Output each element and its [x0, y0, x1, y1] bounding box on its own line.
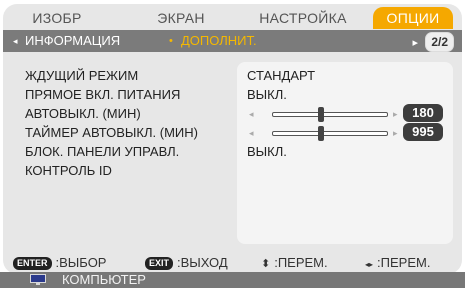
auto-power-off-label[interactable]: АВТОВЫКЛ. (МИН): [25, 106, 141, 122]
up-down-arrows-icon: ⬍: [261, 258, 271, 270]
input-source: КОМПЬЮТЕР: [62, 272, 146, 287]
direct-power-on-label[interactable]: ПРЯМОЕ ВКЛ. ПИТАНИЯ: [25, 87, 180, 103]
slider-knob[interactable]: [318, 107, 324, 122]
auto-power-off-value: 180: [403, 104, 443, 122]
right-arrow-icon: ▸: [412, 37, 418, 49]
tab-image[interactable]: ИЗОБР: [21, 7, 93, 29]
tab-options[interactable]: ОПЦИИ: [373, 7, 453, 29]
key-hints: ENTER:ВЫБОР EXIT:ВЫХОД ⬍:ПЕРЕМ. ◂▸:ПЕРЕМ…: [3, 252, 462, 274]
keypad-lock-value[interactable]: ВЫКЛ.: [247, 144, 287, 160]
hint-enter: ENTER:ВЫБОР: [13, 252, 106, 274]
direct-power-on-value[interactable]: ВЫКЛ.: [247, 87, 287, 103]
sleep-timer-label[interactable]: ТАЙМЕР АВТОВЫКЛ. (МИН): [25, 125, 198, 141]
tab-setup[interactable]: НАСТРОЙКА: [251, 7, 355, 29]
sleep-timer-value: 995: [403, 123, 443, 141]
left-arrow-icon[interactable]: ◂: [249, 125, 254, 141]
hint-exit-label: :ВЫХОД: [177, 255, 228, 270]
standby-value[interactable]: СТАНДАРТ: [247, 68, 315, 84]
enter-key-icon: ENTER: [13, 257, 52, 271]
monitor-icon: [30, 274, 46, 285]
left-arrow-icon: ◂: [13, 36, 18, 46]
main-tabs: ИЗОБР ЭКРАН НАСТРОЙКА ОПЦИИ: [3, 4, 462, 30]
subtab-bar: ◂ ИНФОРМАЦИЯ • ДОПОЛНИТ. ▸ 2/2: [3, 30, 462, 52]
page-number: 2/2: [425, 32, 454, 52]
osd-menu: ИЗОБР ЭКРАН НАСТРОЙКА ОПЦИИ ◂ ИНФОРМАЦИЯ…: [0, 0, 465, 288]
hint-exit: EXIT:ВЫХОД: [145, 252, 228, 274]
bullet-icon: •: [169, 35, 173, 47]
auto-power-off-slider[interactable]: ◂ ▸ 180: [245, 104, 445, 122]
control-id-label[interactable]: КОНТРОЛЬ ID: [25, 163, 112, 179]
slider-track[interactable]: [272, 126, 388, 141]
hint-enter-label: :ВЫБОР: [55, 255, 107, 270]
status-bar: КОМПЬЮТЕР: [0, 272, 465, 288]
standby-label[interactable]: ЖДУЩИЙ РЕЖИМ: [25, 68, 138, 84]
keypad-lock-label[interactable]: БЛОК. ПАНЕЛИ УПРАВЛ.: [25, 144, 179, 160]
left-arrow-icon[interactable]: ◂: [249, 106, 254, 122]
right-arrow-icon[interactable]: ▸: [393, 125, 398, 141]
left-right-arrows-icon: ◂▸: [365, 260, 374, 269]
page-indicator[interactable]: ▸ 2/2: [412, 32, 454, 52]
subtab-advanced[interactable]: ДОПОЛНИТ.: [181, 30, 257, 52]
slider-knob[interactable]: [318, 126, 324, 141]
tab-display[interactable]: ЭКРАН: [141, 7, 221, 29]
menu-panel: ИЗОБР ЭКРАН НАСТРОЙКА ОПЦИИ ◂ ИНФОРМАЦИЯ…: [3, 4, 462, 274]
slider-track[interactable]: [272, 107, 388, 122]
exit-key-icon: EXIT: [145, 257, 174, 271]
subtab-information[interactable]: ИНФОРМАЦИЯ: [25, 30, 120, 52]
hint-move-horizontal-label: :ПЕРЕМ.: [377, 255, 431, 270]
sleep-timer-slider[interactable]: ◂ ▸ 995: [245, 123, 445, 141]
right-arrow-icon[interactable]: ▸: [393, 106, 398, 122]
hint-move-vertical-label: :ПЕРЕМ.: [274, 255, 328, 270]
hint-move-horizontal: ◂▸:ПЕРЕМ.: [365, 252, 430, 274]
values-panel: СТАНДАРТ ВЫКЛ. ◂ ▸ 180 ◂ ▸ 995 ВЫКЛ.: [237, 62, 453, 244]
hint-move-vertical: ⬍:ПЕРЕМ.: [261, 252, 328, 274]
